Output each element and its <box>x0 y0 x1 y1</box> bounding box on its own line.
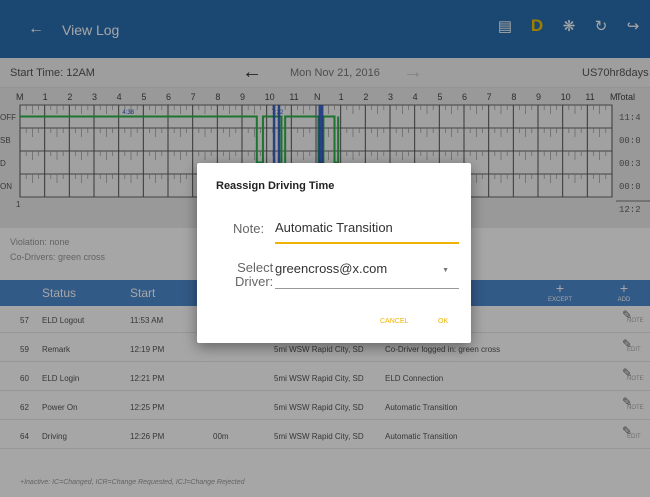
driver-select-value: greencross@x.com <box>275 261 388 276</box>
select-label-line2: Driver: <box>235 274 274 289</box>
driver-select[interactable]: greencross@x.com ▼ <box>275 261 459 289</box>
dialog-title: Reassign Driving Time <box>216 180 335 192</box>
reassign-driving-time-dialog: Reassign Driving Time Note: Automatic Tr… <box>197 163 471 343</box>
cancel-button[interactable]: CANCEL <box>380 318 408 325</box>
note-label: Note: <box>233 221 265 236</box>
select-driver-label: Select Driver: <box>235 261 273 289</box>
dropdown-caret-icon: ▼ <box>442 267 449 274</box>
note-input[interactable]: Automatic Transition <box>275 218 459 244</box>
select-label-line1: Select <box>237 260 274 275</box>
ok-button[interactable]: OK <box>438 318 448 325</box>
